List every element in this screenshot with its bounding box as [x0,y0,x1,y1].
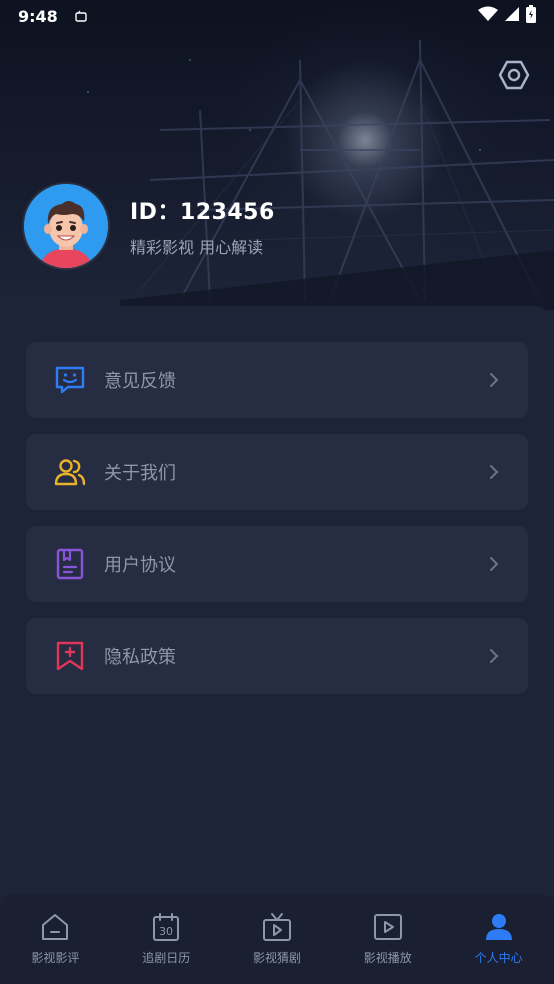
menu-item-about[interactable]: 关于我们 [26,434,528,510]
play-icon [372,911,404,943]
wifi-icon [478,6,498,26]
menu-label-agreement: 用户协议 [104,555,176,576]
hero-background [0,0,554,330]
tab-calendar[interactable]: 30 追剧日历 [111,911,222,984]
avatar-image [24,184,108,268]
menu-label-privacy: 隐私政策 [104,647,176,668]
agreement-icon [54,548,86,580]
tv-icon [261,911,293,943]
tab-play[interactable]: 影视播放 [332,911,443,984]
calendar-icon-text: 30 [159,925,173,938]
tab-label-guess: 影视猜剧 [252,951,301,965]
user-id: ID：123456 [130,200,275,225]
ship-scene-illustration [87,39,554,310]
menu-item-feedback[interactable]: 意见反馈 [26,342,528,418]
battery-icon [526,5,536,27]
signal-icon [504,6,520,26]
privacy-icon [54,640,86,672]
profile-info: ID：123456 精彩影视 用心解读 [130,194,275,258]
tab-label-calendar: 追剧日历 [142,951,191,965]
chevron-right-icon [486,648,502,664]
settings-button[interactable] [496,57,532,93]
profile-header: ID：123456 精彩影视 用心解读 [24,184,275,268]
bottom-tab-bar: 影视影评 30 追剧日历 影视猜剧 影视播放 个人中心 [0,893,554,984]
menu-panel: 意见反馈 关于我们 用户协议 隐私政策 [0,306,554,896]
notification-icon [74,9,88,23]
home-icon [39,911,71,943]
chevron-right-icon [486,464,502,480]
tab-label-reviews: 影视影评 [31,951,80,965]
status-bar: 9:48 [0,0,554,32]
status-time: 9:48 [18,6,58,26]
tab-profile[interactable]: 个人中心 [443,911,554,984]
status-indicators [478,5,536,27]
menu-item-privacy[interactable]: 隐私政策 [26,618,528,694]
users-icon [54,456,86,488]
tab-guess[interactable]: 影视猜剧 [222,911,333,984]
menu-item-agreement[interactable]: 用户协议 [26,526,528,602]
feedback-icon [54,364,86,396]
tab-label-play: 影视播放 [363,951,412,965]
avatar[interactable] [24,184,108,268]
menu-label-feedback: 意见反馈 [104,371,176,392]
profile-slogan: 精彩影视 用心解读 [130,238,264,257]
user-icon [483,911,515,943]
gear-icon [498,60,530,90]
tab-label-profile: 个人中心 [474,951,523,965]
tab-reviews[interactable]: 影视影评 [0,911,111,984]
chevron-right-icon [486,372,502,388]
chevron-right-icon [486,556,502,572]
calendar-icon: 30 [150,911,182,943]
menu-label-about: 关于我们 [104,463,176,484]
